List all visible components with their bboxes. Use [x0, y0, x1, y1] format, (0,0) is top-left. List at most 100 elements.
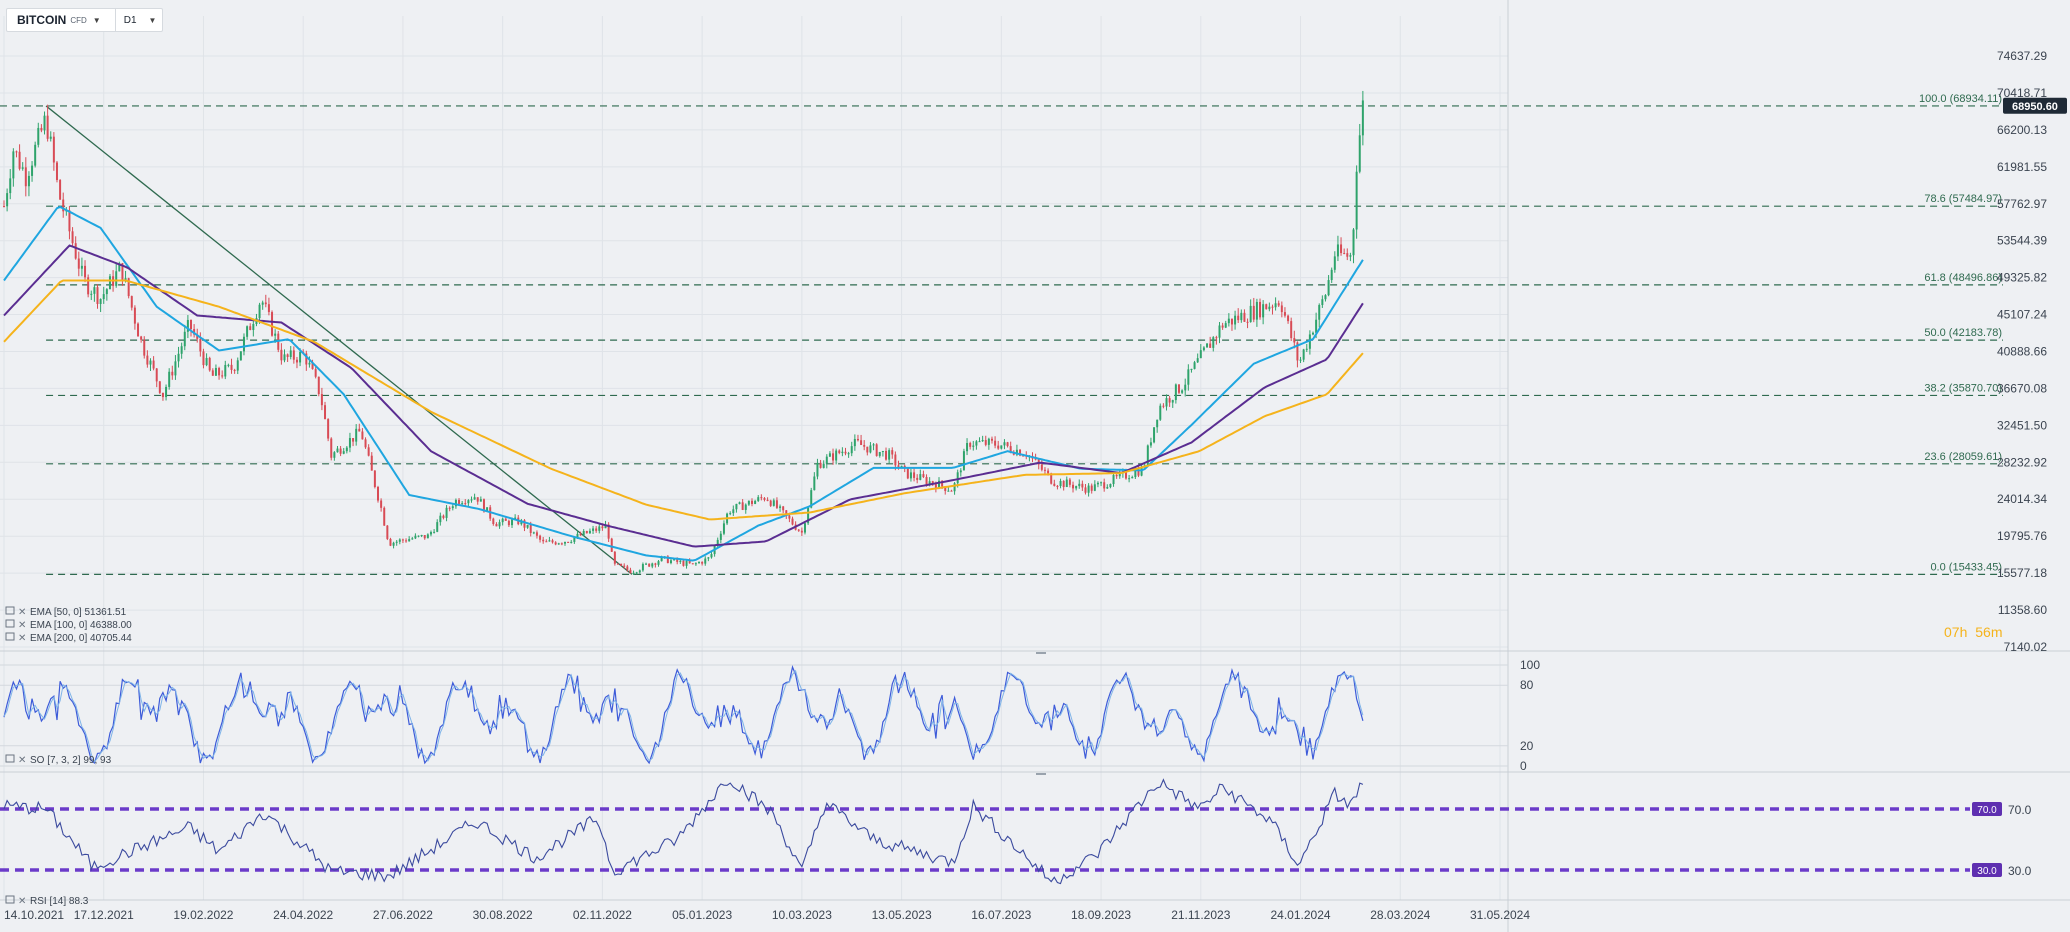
indicator-legend-text: SO [7, 3, 2] 99, 93 [30, 755, 112, 766]
candle-body [800, 530, 803, 533]
candle-body [1280, 305, 1283, 313]
symbol-type: CFD [70, 15, 87, 25]
candle-body [439, 515, 442, 523]
timeframe-select[interactable]: D1 ▼ [114, 9, 163, 31]
candle-body [267, 304, 270, 313]
candle-body [96, 287, 99, 305]
candle-body [738, 502, 741, 504]
date-tick-label: 02.11.2022 [573, 908, 632, 922]
candle-body [1206, 343, 1209, 348]
candle-body [227, 364, 230, 366]
candle-body [1081, 483, 1084, 488]
close-icon[interactable]: ✕ [18, 620, 26, 631]
candle-body [1271, 306, 1274, 308]
date-tick-label: 10.03.2023 [772, 908, 832, 922]
close-icon[interactable]: ✕ [18, 633, 26, 644]
candle-body [1199, 350, 1202, 359]
candle-body [183, 331, 186, 347]
chart-canvas[interactable]: 100.0 (68934.11) 78.6 (57484.97) 61.8 (484… [0, 0, 2070, 932]
candle-body [1000, 445, 1003, 449]
indicator-legend-item[interactable]: ✕ RSI [14] 88.3 [5, 895, 89, 907]
candle-body [1287, 315, 1290, 322]
timeframe-dropdown-icon[interactable]: ▼ [149, 16, 157, 25]
candle-body [838, 450, 841, 454]
candle-body [1324, 295, 1327, 300]
candle-body [990, 438, 993, 441]
candle-body [84, 265, 87, 278]
rsi-level-label: 30.0 [2008, 864, 2032, 878]
candle-body [987, 438, 990, 445]
candle-body [856, 438, 859, 441]
close-icon[interactable]: ✕ [18, 755, 26, 766]
close-icon[interactable]: ✕ [18, 607, 26, 618]
candle-body [18, 151, 21, 169]
symbol-dropdown-icon[interactable]: ▼ [93, 16, 115, 25]
candle-body [657, 561, 660, 565]
candle-body [221, 375, 224, 377]
candle-body [373, 470, 376, 488]
candle-body [732, 509, 735, 514]
candle-body [380, 500, 383, 508]
candle-body [648, 563, 651, 567]
candle-body [707, 557, 710, 559]
candle-body [682, 560, 685, 566]
candle-body [847, 453, 850, 455]
price-tick-label: 57762.97 [1997, 197, 2047, 211]
indicator-legend-item[interactable]: ✕ EMA [50, 0] 51361.51 [5, 606, 127, 618]
candle-body [1352, 229, 1355, 256]
candle-body [71, 231, 74, 244]
stoch-level-label: 80 [1520, 678, 1534, 692]
candle-body [1243, 312, 1246, 322]
candle-body [529, 524, 532, 533]
candle-body [966, 442, 969, 452]
candle-body [1003, 442, 1006, 446]
candle-body [511, 519, 514, 526]
price-tick-label: 24014.34 [1997, 492, 2047, 506]
candle-body [698, 562, 701, 564]
panel-resize-handle-2[interactable] [1036, 773, 1046, 775]
indicator-legend-item[interactable]: ✕ EMA [100, 0] 46388.00 [5, 619, 132, 631]
candle-body [314, 369, 317, 377]
rsi-level-tag-text: 70.0 [1977, 805, 1997, 816]
candle-body [1062, 480, 1065, 488]
candle-body [1187, 369, 1190, 385]
candle-body [894, 454, 897, 466]
candle-body [1106, 487, 1109, 489]
indicator-legend-item[interactable]: ✕ EMA [200, 0] 40705.44 [5, 632, 132, 644]
candle-body [143, 339, 146, 356]
candle-body [389, 538, 392, 546]
candle-body [283, 354, 286, 361]
candle-body [613, 551, 616, 564]
candle-body [358, 428, 361, 432]
candle-body [352, 438, 355, 442]
candle-body [567, 541, 570, 543]
candle-body [741, 502, 744, 510]
date-tick-label: 28.03.2024 [1370, 908, 1430, 922]
candle-body [383, 507, 386, 526]
candle-body [1040, 464, 1043, 470]
candle-body [1333, 256, 1336, 270]
candle-body [545, 541, 548, 543]
candle-body [507, 520, 510, 526]
candle-body [320, 394, 323, 406]
candle-body [616, 563, 619, 565]
candle-body [190, 319, 192, 330]
candle-body [49, 136, 52, 139]
candle-body [458, 499, 461, 504]
panel-resize-handle-1[interactable] [1036, 652, 1046, 654]
candle-body [1262, 304, 1265, 318]
candle-body [962, 451, 965, 471]
indicator-legend-item[interactable]: ✕ SO [7, 3, 2] 99, 93 [5, 754, 112, 766]
candle-body [77, 258, 80, 269]
candle-body [813, 476, 816, 491]
close-icon[interactable]: ✕ [18, 896, 26, 907]
candle-body [701, 562, 704, 564]
candle-body [398, 539, 401, 542]
candle-body [246, 326, 249, 337]
candle-body [1212, 337, 1215, 348]
symbol-name[interactable]: BITCOIN [7, 13, 70, 27]
candle-body [779, 506, 782, 508]
candle-body [498, 522, 501, 527]
date-tick-label: 27.06.2022 [373, 908, 433, 922]
candle-body [1240, 312, 1243, 321]
